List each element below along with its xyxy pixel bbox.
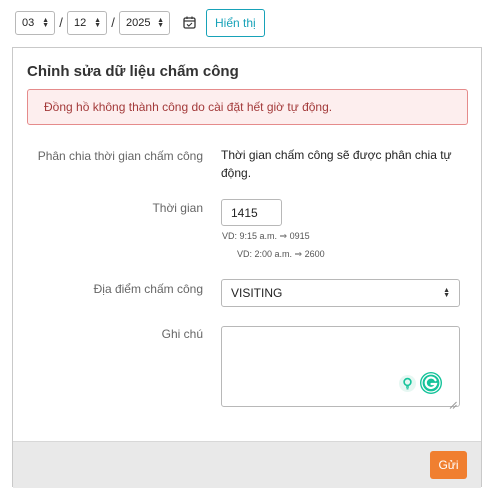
- card-footer: Gửi: [13, 441, 481, 488]
- year-select[interactable]: 2025 ▲ ▼: [119, 10, 170, 35]
- edit-attendance-card: Chỉnh sửa dữ liệu chấm công Đồng hồ khôn…: [12, 47, 482, 488]
- lightbulb-icon[interactable]: [399, 375, 416, 392]
- division-value: Thời gian chấm công sẽ được phân chia tự…: [221, 146, 452, 182]
- error-alert: Đồng hồ không thành công do cài đặt hết …: [27, 89, 468, 125]
- note-textarea[interactable]: [221, 326, 460, 409]
- time-hint-1: VD: 9:15 a.m. ⇒ 0915: [222, 231, 310, 241]
- date-separator: /: [111, 15, 115, 30]
- location-value: VISITING: [231, 286, 283, 300]
- day-value: 12: [74, 16, 87, 29]
- month-value: 03: [22, 16, 35, 29]
- division-label: Phân chia thời gian chấm công: [37, 149, 203, 163]
- date-filter-bar: 03 ▲ ▼ / 12 ▲ ▼ / 2025 ▲ ▼ Hiển thị: [15, 8, 265, 37]
- select-arrows-icon: ▲ ▼: [94, 16, 101, 29]
- division-value-line1: Thời gian chấm công sẽ được phân chia tự: [221, 148, 452, 162]
- calendar-icon[interactable]: [181, 15, 197, 31]
- date-separator: /: [59, 15, 63, 30]
- note-label: Ghi chú: [161, 327, 203, 341]
- show-button[interactable]: Hiển thị: [206, 8, 265, 37]
- time-hint-2: VD: 2:00 a.m. ⇒ 2600: [237, 249, 325, 259]
- submit-button[interactable]: Gửi: [430, 451, 467, 479]
- location-select[interactable]: VISITING ▲ ▼: [221, 279, 460, 307]
- select-arrows-icon: ▲ ▼: [42, 16, 49, 29]
- grammarly-icon[interactable]: [419, 371, 443, 395]
- time-input[interactable]: 1415: [221, 199, 282, 226]
- resize-handle-icon[interactable]: [449, 396, 457, 409]
- card-title: Chỉnh sửa dữ liệu chấm công: [27, 63, 239, 80]
- location-label: Địa điểm chấm công: [93, 282, 203, 296]
- month-select[interactable]: 03 ▲ ▼: [15, 10, 55, 35]
- division-value-line2: động.: [221, 166, 252, 180]
- select-arrows-icon: ▲ ▼: [157, 16, 164, 29]
- day-select[interactable]: 12 ▲ ▼: [67, 10, 107, 35]
- year-value: 2025: [126, 16, 151, 29]
- select-arrows-icon: ▲ ▼: [443, 287, 450, 299]
- time-label: Thời gian: [152, 201, 203, 215]
